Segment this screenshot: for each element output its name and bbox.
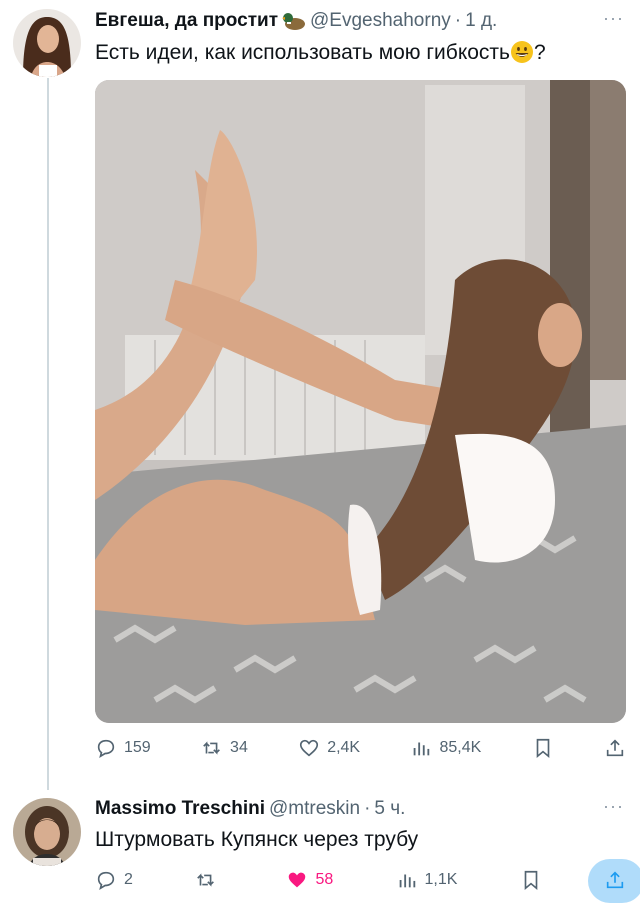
- avatar[interactable]: [13, 798, 81, 866]
- tweet-1[interactable]: Евгеша, да простит @Evgeshahorny · 1 д. …: [0, 0, 640, 790]
- tweet-2[interactable]: Massimo Treschini @mtreskin · 5 ч. ··· Ш…: [0, 790, 640, 903]
- bookmark-button[interactable]: [532, 737, 554, 759]
- views-count: 1,1K: [424, 871, 458, 888]
- reply-button[interactable]: 159: [95, 737, 151, 759]
- more-options-icon[interactable]: ···: [603, 8, 624, 29]
- tweet-text: Штурмовать Купянск через трубу: [95, 828, 419, 851]
- share-button[interactable]: [604, 737, 626, 759]
- bookmark-icon: [536, 738, 549, 759]
- tweet-1-actions: 159 34 2,4K 85,4K: [95, 733, 626, 763]
- tweet-2-actions: 2 58 1,1K: [95, 859, 640, 903]
- retweet-icon: [203, 741, 220, 755]
- avatar[interactable]: [13, 9, 81, 77]
- reply-icon: [97, 739, 115, 758]
- like-icon: [300, 739, 319, 757]
- views-count: 85,4K: [439, 739, 482, 756]
- like-icon-filled: [289, 872, 306, 888]
- tweet-text: Есть идеи, как использовать мою гибкость…: [95, 40, 546, 65]
- tweet-photo[interactable]: [95, 80, 626, 723]
- share-button[interactable]: [587, 859, 640, 903]
- smiley-emoji-icon: [510, 40, 534, 64]
- timestamp[interactable]: 5 ч.: [374, 798, 405, 820]
- like-count: 58: [315, 871, 334, 888]
- handle[interactable]: @mtreskin: [269, 798, 360, 820]
- like-count: 2,4K: [327, 739, 361, 756]
- duck-emoji-icon: [282, 11, 306, 31]
- bookmark-icon: [524, 870, 538, 891]
- views-button[interactable]: 1,1K: [396, 869, 458, 891]
- reply-icon: [97, 871, 115, 890]
- views-button[interactable]: 85,4K: [410, 737, 481, 759]
- handle[interactable]: @Evgeshahorny: [310, 10, 451, 32]
- retweet-button[interactable]: [195, 869, 224, 891]
- separator-dot: ·: [364, 798, 371, 819]
- like-button[interactable]: 2,4K: [298, 737, 360, 759]
- reply-count: 2: [124, 871, 133, 888]
- more-options-icon[interactable]: ···: [603, 796, 624, 817]
- share-icon: [606, 871, 624, 889]
- reply-button[interactable]: 2: [95, 869, 133, 891]
- tweet-text-body: Есть идеи, как использовать мою гибкость: [95, 41, 510, 64]
- display-name[interactable]: Massimo Treschini: [95, 798, 265, 820]
- bookmark-button[interactable]: [520, 869, 542, 891]
- retweet-count: 34: [230, 739, 248, 756]
- display-name[interactable]: Евгеша, да простит: [95, 10, 278, 32]
- retweet-button[interactable]: 34: [201, 737, 248, 759]
- retweet-icon: [197, 873, 215, 887]
- timestamp[interactable]: 1 д.: [465, 10, 497, 32]
- tweet-text-tail: ?: [533, 41, 546, 64]
- separator-dot: ·: [454, 10, 462, 31]
- views-icon: [414, 742, 430, 756]
- reply-count: 159: [124, 739, 151, 756]
- like-button[interactable]: 58: [286, 869, 333, 891]
- views-icon: [399, 874, 415, 888]
- share-icon: [606, 739, 624, 757]
